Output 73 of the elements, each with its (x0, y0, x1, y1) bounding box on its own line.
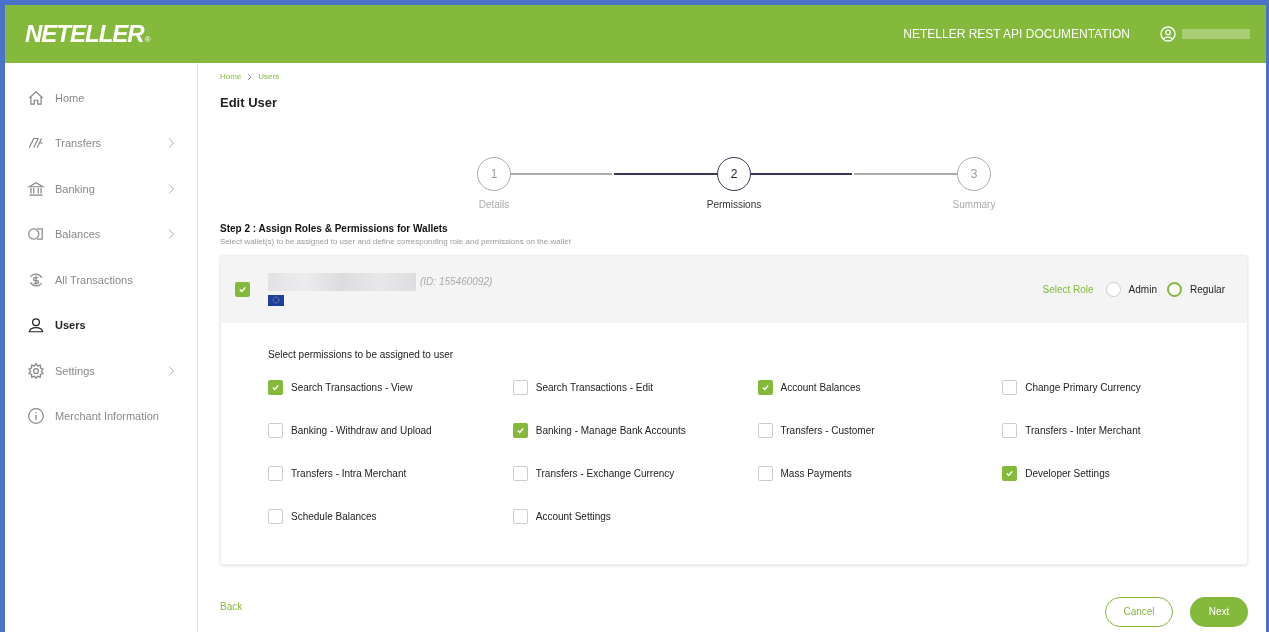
wallet-id: (ID: 155460092) (420, 275, 493, 289)
chevron-icon (167, 228, 175, 241)
checkbox[interactable] (1002, 465, 1018, 481)
user-icon[interactable] (1160, 26, 1176, 42)
logo[interactable]: NETELLER® (25, 22, 151, 46)
permission-label: Developer Settings (1025, 466, 1110, 481)
permission-label: Transfers - Customer (780, 423, 875, 438)
chevron-icon (167, 137, 175, 150)
checkbox[interactable] (235, 281, 250, 297)
role-radio[interactable]: Admin (1105, 281, 1157, 297)
check-icon (1005, 468, 1015, 478)
checkbox[interactable] (757, 422, 773, 438)
chevron-icon (247, 73, 253, 81)
breadcrumb-link[interactable]: Home (220, 71, 242, 83)
checkbox[interactable] (1002, 422, 1018, 438)
checkbox[interactable] (512, 422, 528, 438)
permission-label: Transfers - Exchange Currency (535, 466, 675, 481)
check-icon (238, 284, 247, 294)
check-icon (760, 382, 770, 392)
permission-label: Banking - Withdraw and Upload (291, 423, 432, 438)
step-label: Summary (952, 197, 996, 212)
permission-label: Banking - Manage Bank Accounts (535, 423, 686, 438)
role-radio[interactable]: Regular (1166, 281, 1225, 297)
checkbox[interactable] (268, 465, 283, 481)
sidebar-item[interactable]: Balances (5, 211, 197, 257)
page-title: Edit User (220, 94, 279, 112)
sidebar-item[interactable]: Merchant Information (5, 393, 197, 439)
permission-label: Transfers - Intra Merchant (291, 466, 407, 481)
permission-label: Search Transactions - View (291, 380, 413, 395)
redacted-username (1182, 29, 1250, 39)
checkbox[interactable] (512, 508, 528, 524)
documentation-link[interactable]: NETELLER REST API DOCUMENTATION (903, 25, 1130, 43)
checkbox[interactable] (512, 379, 528, 395)
sidebar-item[interactable]: Home (5, 75, 197, 121)
step-label: Permissions (706, 197, 762, 212)
sidebar-item[interactable]: All Transactions (5, 257, 197, 303)
checkbox[interactable] (757, 379, 773, 395)
back-link[interactable]: Back (220, 599, 243, 614)
permission-label: Schedule Balances (291, 509, 377, 524)
permission-label: Account Settings (535, 509, 611, 524)
checkbox[interactable] (268, 422, 283, 438)
permission-label: Transfers - Inter Merchant (1025, 423, 1141, 438)
section-title: Step 2 : Assign Roles & Permissions for Wallets (220, 221, 449, 236)
sidebar-item[interactable]: Transfers (5, 120, 197, 166)
select-role-label: Select Role (1042, 282, 1094, 297)
chevron-icon (167, 364, 175, 377)
home-icon (27, 88, 45, 107)
breadcrumb-link[interactable]: Users (258, 71, 280, 83)
checkbox[interactable] (1002, 379, 1018, 395)
sidebar-item[interactable]: Users (5, 302, 197, 348)
checkbox[interactable] (757, 465, 773, 481)
permission-label: Change Primary Currency (1025, 380, 1141, 395)
permission-label: Search Transactions - Edit (535, 380, 654, 395)
checkbox[interactable] (268, 379, 283, 395)
user-icon (27, 316, 45, 335)
section-subtitle: Select wallet(s) to be assigned to user and define corresponding role and permissions on the wallet (220, 235, 572, 248)
info-icon (27, 407, 45, 426)
next-button[interactable]: Next (1190, 596, 1248, 627)
permission-label: Account Balances (780, 380, 861, 395)
checkbox[interactable] (512, 465, 528, 481)
dollar-cycle-icon (27, 270, 45, 289)
permission-label: Mass Payments (780, 466, 852, 481)
checkbox[interactable] (268, 508, 283, 524)
step-label: Details (478, 197, 510, 212)
settings-icon (27, 361, 45, 380)
check-icon (515, 425, 525, 435)
permissions-title: Select permissions to be assigned to user (268, 347, 455, 362)
chevron-icon (167, 182, 175, 195)
sidebar-item[interactable]: Settings (5, 348, 197, 394)
check-icon (271, 382, 280, 392)
bank-icon (27, 179, 45, 198)
sidebar-item[interactable]: Banking (5, 166, 197, 212)
eu-flag-icon (268, 294, 284, 306)
